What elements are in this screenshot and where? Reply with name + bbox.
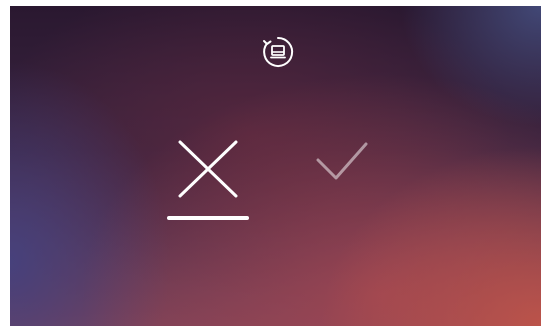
close-icon: [178, 140, 238, 198]
selected-indicator: [167, 216, 249, 220]
rotate-button[interactable]: [261, 35, 295, 69]
accept-button[interactable]: [314, 140, 370, 184]
checkmark-icon: [316, 142, 368, 180]
rotate-screen-icon: [263, 36, 294, 67]
camera-review-screen: [10, 6, 541, 326]
reject-button[interactable]: [170, 134, 246, 224]
